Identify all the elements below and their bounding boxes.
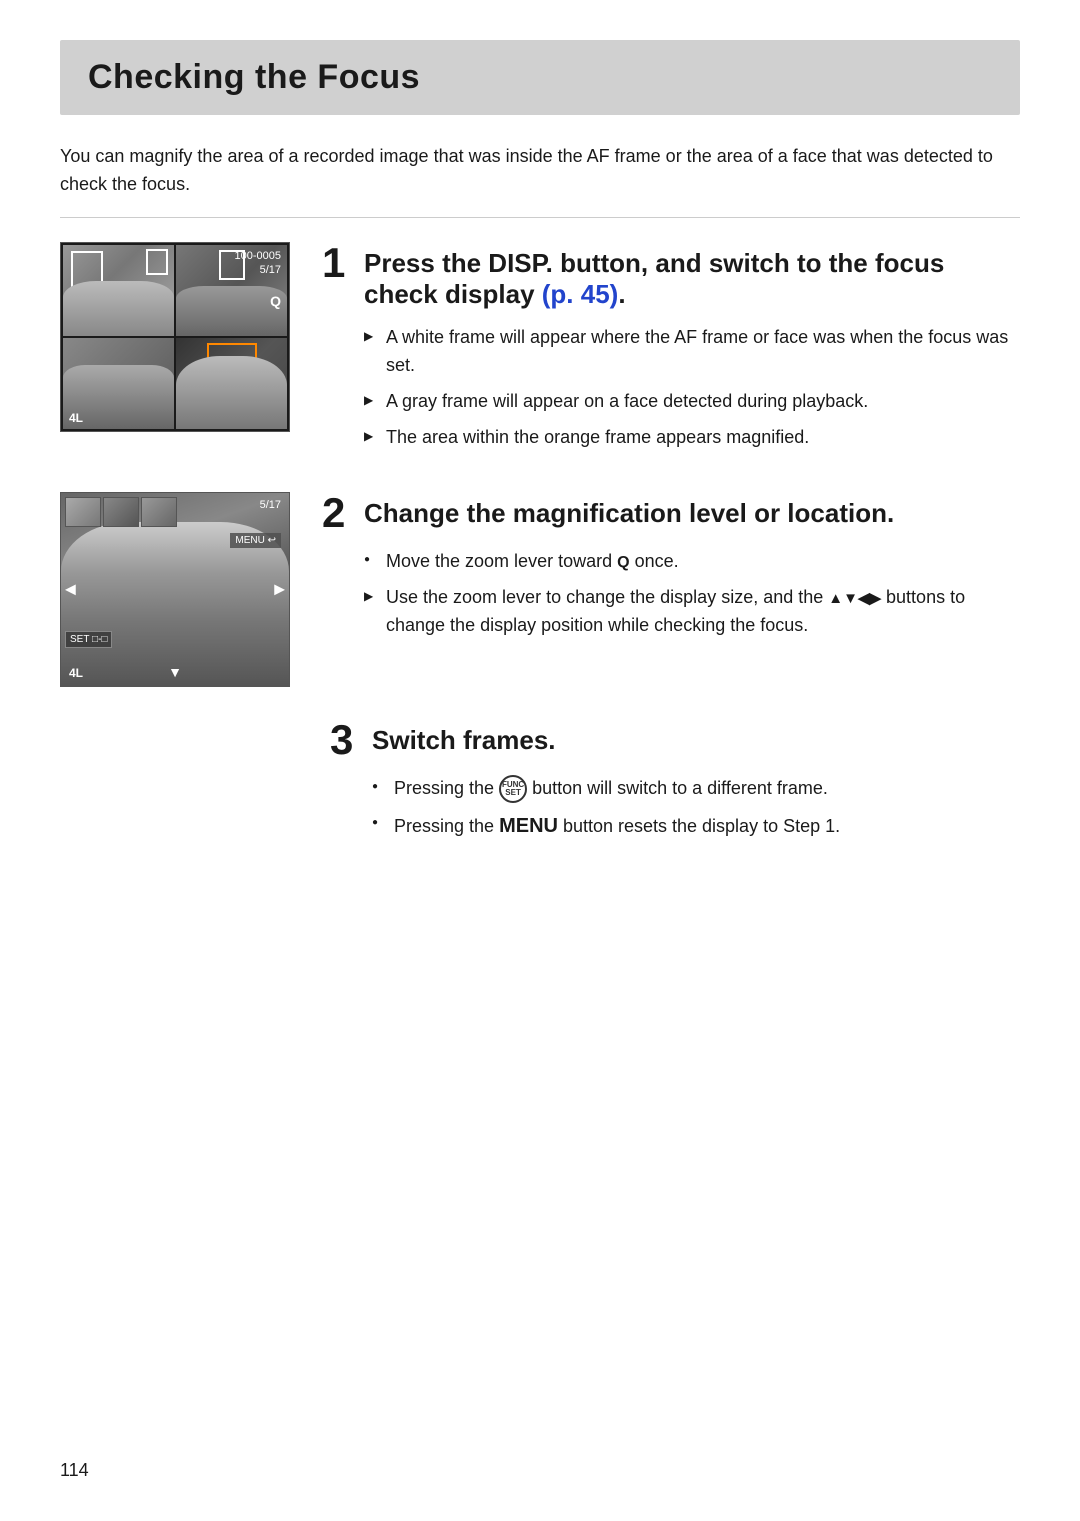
step-1-image-panel: 100-0005 5/17 Q 4L [60,242,290,432]
face-frame-2 [146,249,168,275]
func-set-label: FUNCSET [502,781,524,797]
step-2-size-label: 4L [69,666,83,680]
step-1-bullet-2: A gray frame will appear on a face detec… [364,388,1020,416]
step-1-row: 100-0005 5/17 Q 4L 1 Press the DISP. but… [60,242,1020,460]
step-3-bullet-2: Pressing the MENU button resets the disp… [372,811,1020,842]
step-3-header: 3 Switch frames. [330,719,1020,761]
menu-bold-label: MENU [499,815,558,837]
step-1-bullet-3: The area within the orange frame appears… [364,424,1020,452]
step-1-zoom-icon: Q [270,293,281,309]
step-2-bullet-1: Move the zoom lever toward Q once. [364,548,1020,576]
file-count: 5/17 [235,263,282,277]
step-1-bullets: A white frame will appear where the AF f… [364,324,1020,452]
step-1-title: Press the DISP. button, and switch to th… [364,242,1020,310]
silhouette-4 [176,356,287,429]
step-2-camera-screen: 5/17 MENU ↩ SET □-□ ▶ ◀ 4L [60,492,290,687]
step-2-count: 5/17 [260,499,281,511]
step-3-number: 3 [330,719,362,761]
page-title: Checking the Focus [88,58,992,97]
step-1-screen-info: 100-0005 5/17 [235,249,282,278]
step-2-header: 2 Change the magnification level or loca… [322,492,1020,534]
page-number: 114 [60,1460,89,1481]
step-2-image-panel: 5/17 MENU ↩ SET □-□ ▶ ◀ 4L [60,492,290,687]
content-area: 100-0005 5/17 Q 4L 1 Press the DISP. but… [60,242,1020,882]
step-1-header: 1 Press the DISP. button, and switch to … [322,242,1020,310]
file-number: 100-0005 [235,249,282,263]
step-2-content: 2 Change the magnification level or loca… [322,492,1020,648]
thumb-2 [103,497,139,527]
step-3-bullet-1: Pressing the FUNCSET button will switch … [372,775,1020,803]
step-2-thumbnails [65,497,177,527]
title-section: Checking the Focus [60,40,1020,115]
step-2-set-btn: SET □-□ [65,631,112,648]
step-3-content: 3 Switch frames. Pressing the FUNCSET bu… [330,719,1020,850]
step-1-bullet-1: A white frame will appear where the AF f… [364,324,1020,380]
step-2-left-arrow: ◀ [65,581,76,598]
zoom-q-symbol: Q [617,554,629,571]
step-2-bullets: Move the zoom lever toward Q once. Use t… [364,548,1020,640]
step-1-content: 1 Press the DISP. button, and switch to … [322,242,1020,460]
page-ref-45: (p. 45) [542,279,619,309]
step-2-right-arrow: ▶ [274,581,285,598]
step-2-number: 2 [322,492,354,534]
thumb-3 [141,497,177,527]
step-2-down-arrow: ▼ [168,664,182,680]
step-3-row: 3 Switch frames. Pressing the FUNCSET bu… [60,719,1020,850]
step-2-bullet-2: Use the zoom lever to change the display… [364,584,1020,640]
page-container: Checking the Focus You can magnify the a… [0,0,1080,1521]
thumb-1 [65,497,101,527]
photo-cell-bottom-right [176,338,287,429]
menu-label: MENU ↩ [235,535,276,546]
disp-label: DISP. [488,248,553,278]
step-1-camera-screen: 100-0005 5/17 Q 4L [60,242,290,432]
silhouette-1 [63,281,174,336]
func-set-icon: FUNCSET [499,775,527,803]
step-3-title: Switch frames. [372,719,556,756]
nav-arrows-symbol: ▲▼◀▶ [828,590,881,607]
photo-cell-top-left [63,245,174,336]
step-3-bullets: Pressing the FUNCSET button will switch … [372,775,1020,842]
step-1-number: 1 [322,242,354,284]
step-2-row: 5/17 MENU ↩ SET □-□ ▶ ◀ 4L [60,492,1020,687]
set-label: SET □-□ [70,634,107,645]
step-2-menu-bar: MENU ↩ [230,533,281,548]
intro-text: You can magnify the area of a recorded i… [60,143,1020,218]
step-1-size-label: 4L [69,411,83,425]
step-2-title: Change the magnification level or locati… [364,492,894,529]
